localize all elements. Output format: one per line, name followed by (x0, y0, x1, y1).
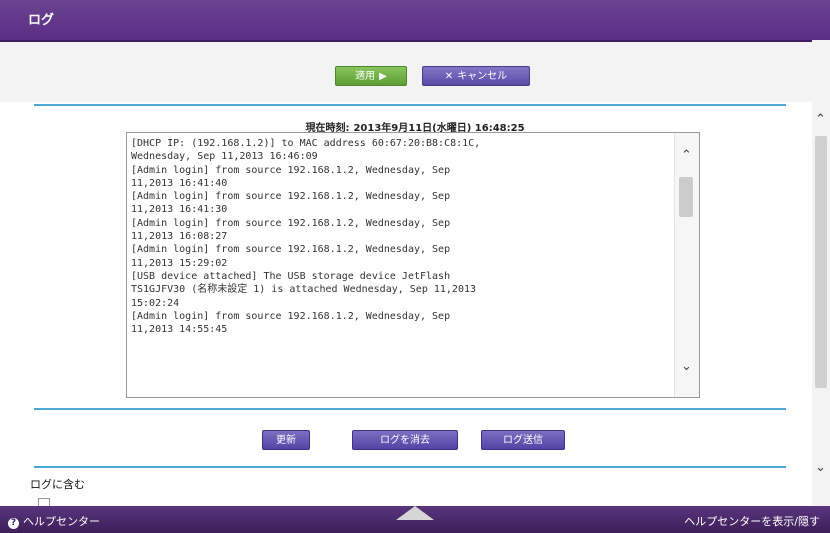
help-footer: ? ヘルプセンター ヘルプセンターを表示/隠す (0, 506, 830, 533)
refresh-button[interactable]: 更新 (262, 430, 310, 450)
divider-bottom (34, 466, 786, 468)
include-in-log-label: ログに含む (30, 478, 85, 491)
page-scroll-up-icon[interactable]: ⌃ (815, 112, 826, 127)
title-bar: ログ (0, 0, 830, 42)
log-window: ログ 適用 ▶ ✕ キャンセル 現在時刻: 2013年9月11日(水曜日) 16:48… (0, 0, 830, 533)
close-icon: ✕ (444, 71, 454, 82)
divider-top (34, 104, 786, 106)
window-title: ログ (28, 13, 55, 28)
play-icon: ▶ (379, 71, 387, 82)
log-scrollbar[interactable]: ⌃ ⌄ (674, 133, 699, 397)
log-text: [DHCP IP: (192.168.1.2)] to MAC address … (131, 138, 481, 336)
divider-middle (34, 408, 786, 410)
apply-button[interactable]: 適用 ▶ (335, 66, 407, 86)
page-scroll-down-icon[interactable]: ⌄ (815, 460, 826, 475)
page-scroll-thumb[interactable] (815, 136, 827, 388)
help-center-link[interactable]: ? ヘルプセンター (8, 513, 100, 529)
send-log-button[interactable]: ログ送信 (481, 430, 565, 450)
scroll-up-icon[interactable]: ⌃ (681, 148, 692, 163)
log-scroll-thumb[interactable] (679, 177, 693, 217)
log-textarea[interactable]: [DHCP IP: (192.168.1.2)] to MAC address … (126, 132, 700, 398)
clear-log-button[interactable]: ログを消去 (352, 430, 458, 450)
cancel-button[interactable]: ✕ キャンセル (422, 66, 530, 86)
page-scrollbar[interactable]: ⌃ ⌄ (812, 40, 830, 506)
help-icon: ? (8, 518, 19, 529)
expand-icon[interactable] (396, 506, 434, 520)
toggle-help-link[interactable]: ヘルプセンターを表示/隠す (684, 513, 820, 529)
scroll-down-icon[interactable]: ⌄ (681, 359, 692, 374)
